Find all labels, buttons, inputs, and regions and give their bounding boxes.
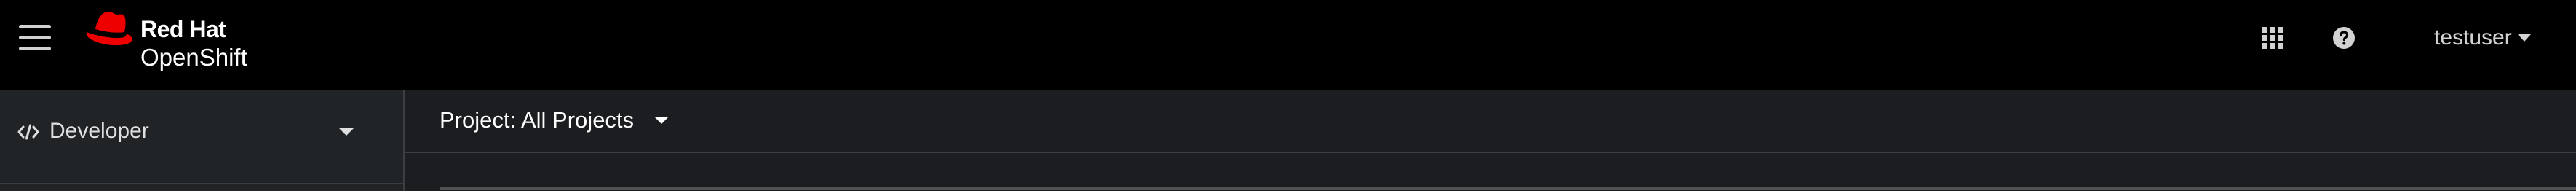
masthead: Red Hat OpenShift testuser <box>0 0 2576 90</box>
sidebar-divider <box>0 183 403 184</box>
user-menu-toggle[interactable]: testuser <box>2434 23 2531 52</box>
content-divider <box>440 187 2576 190</box>
brand-logo-link[interactable]: Red Hat OpenShift <box>84 7 273 73</box>
main-content: Project: All Projects <box>405 90 2576 191</box>
help-icon[interactable] <box>2332 26 2356 50</box>
project-bar: Project: All Projects <box>405 90 2576 153</box>
code-icon <box>17 124 39 140</box>
apps-grid-icon[interactable] <box>2261 26 2284 50</box>
project-selector-label: Project: All Projects <box>440 107 635 133</box>
project-selector[interactable]: Project: All Projects <box>440 104 669 136</box>
brand-name-redhat: Red Hat <box>140 16 226 42</box>
caret-down-icon <box>2517 34 2531 42</box>
redhat-logo-icon <box>86 12 132 46</box>
chevron-down-icon <box>339 128 354 136</box>
perspective-switcher[interactable]: Developer <box>0 110 403 154</box>
user-name: testuser <box>2434 26 2512 50</box>
brand-name-product: OpenShift <box>140 44 247 71</box>
sidebar: Developer <box>0 90 405 191</box>
perspective-label: Developer <box>49 119 149 143</box>
caret-down-icon <box>654 117 669 124</box>
hamburger-icon[interactable] <box>17 20 52 55</box>
